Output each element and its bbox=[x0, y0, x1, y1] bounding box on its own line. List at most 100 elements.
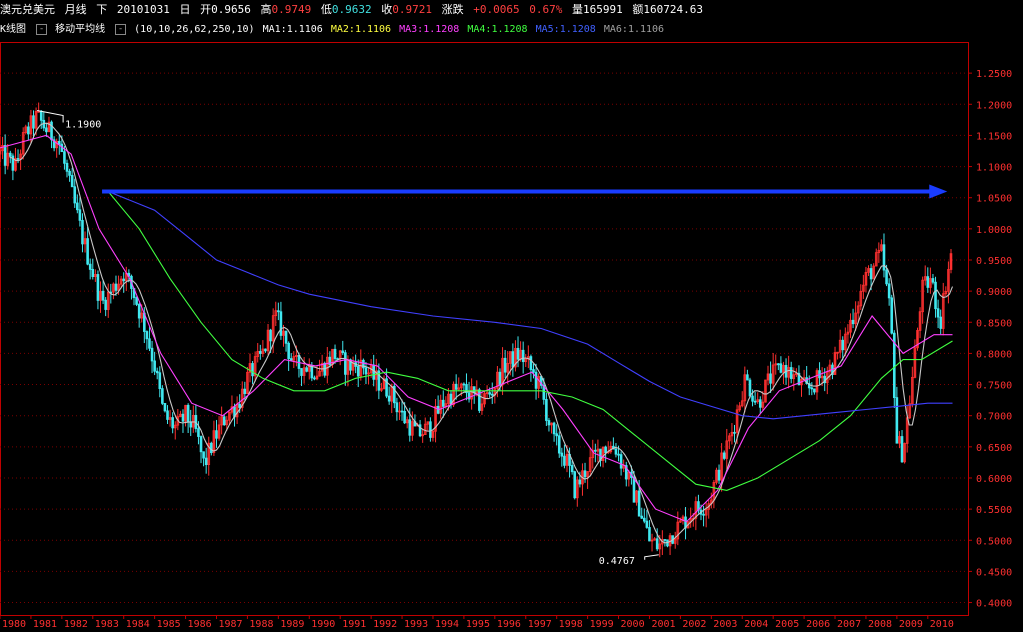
candle-body bbox=[171, 417, 174, 429]
candle-body bbox=[511, 351, 515, 368]
x-tick-label: 2001 bbox=[651, 619, 675, 630]
symbol-name: 澳元兑美元 bbox=[0, 3, 55, 16]
amount-value: 160724.63 bbox=[643, 3, 703, 16]
candle-body bbox=[344, 352, 347, 375]
candle-body bbox=[429, 421, 432, 438]
low-value: 0.9632 bbox=[331, 3, 372, 16]
ma5-line bbox=[107, 190, 953, 420]
candle-body bbox=[869, 268, 873, 280]
candle-body bbox=[197, 428, 200, 437]
x-tick-label: 2009 bbox=[899, 619, 923, 630]
ma4-line bbox=[107, 191, 953, 491]
x-tick-label: 1987 bbox=[218, 619, 242, 630]
candle-body bbox=[65, 162, 69, 172]
x-tick-label: 1990 bbox=[311, 619, 335, 630]
y-tick-label: 0.8000 bbox=[976, 349, 1012, 360]
candle-body bbox=[733, 431, 736, 434]
y-tick-label: 1.2000 bbox=[976, 100, 1012, 111]
candle-body bbox=[395, 402, 399, 413]
tab-kline[interactable]: K线图 bbox=[0, 24, 26, 35]
candle-body bbox=[632, 477, 636, 503]
ma2-value: MA2:1.1106 bbox=[330, 24, 392, 35]
open-value: 0.9656 bbox=[211, 3, 251, 16]
candle-body bbox=[702, 513, 705, 516]
price-chart[interactable]: 1.2500 1.2000 1.1500 1.1000 1.0500 1.0000 0.95… bbox=[0, 40, 1023, 632]
candle-body bbox=[189, 421, 193, 428]
candle-body bbox=[300, 368, 303, 376]
ma6-value: MA6:1.1106 bbox=[603, 24, 665, 35]
candle-body bbox=[931, 278, 935, 283]
candle-body bbox=[648, 527, 651, 542]
candle-body bbox=[114, 283, 118, 291]
candle-body bbox=[926, 276, 930, 288]
candle-body bbox=[751, 395, 754, 402]
y-tick-label: 0.4500 bbox=[976, 567, 1012, 578]
candle-body bbox=[356, 366, 360, 377]
candle-body bbox=[104, 299, 107, 310]
high-annotation: 1.1900 bbox=[65, 120, 101, 131]
x-tick-label: 2010 bbox=[930, 619, 954, 630]
candle-body bbox=[364, 367, 368, 375]
candle-body bbox=[777, 363, 780, 366]
candle-body bbox=[441, 399, 445, 407]
candle-body bbox=[547, 420, 551, 426]
candle-body bbox=[939, 316, 942, 329]
candle-body bbox=[258, 351, 262, 354]
candle-body bbox=[341, 350, 345, 354]
candle-body bbox=[545, 399, 548, 421]
candle-body bbox=[68, 170, 71, 176]
x-tick-label: 2006 bbox=[806, 619, 830, 630]
candle-body bbox=[76, 202, 79, 211]
day-label: 日 bbox=[179, 3, 191, 16]
candle-body bbox=[16, 158, 20, 160]
candle-body bbox=[746, 374, 749, 381]
candle-body bbox=[472, 386, 476, 394]
candle-body bbox=[153, 360, 156, 372]
x-tick-label: 1999 bbox=[590, 619, 614, 630]
x-tick-label: 1981 bbox=[33, 619, 57, 630]
x-tick-label: 1991 bbox=[342, 619, 366, 630]
x-tick-label: 1995 bbox=[466, 619, 490, 630]
candle-body bbox=[619, 454, 623, 469]
x-tick-label: 1989 bbox=[280, 619, 304, 630]
candle-body bbox=[387, 395, 391, 402]
ma1-line bbox=[9, 122, 954, 544]
x-tick-label: 1982 bbox=[64, 619, 88, 630]
candle-body bbox=[400, 410, 404, 413]
candle-body bbox=[503, 357, 507, 373]
collapse-icon[interactable]: - bbox=[115, 23, 127, 35]
period-label: 月线 bbox=[64, 3, 87, 16]
candle-body bbox=[150, 347, 154, 362]
candle-body bbox=[277, 310, 280, 313]
y-tick-label: 0.8500 bbox=[976, 318, 1012, 329]
candle-body bbox=[269, 329, 272, 342]
candle-body bbox=[560, 452, 564, 457]
candle-body bbox=[39, 110, 43, 121]
date-label: 20101031 bbox=[116, 3, 170, 16]
x-tick-label: 1996 bbox=[497, 619, 521, 630]
ma-params: (10,10,26,62,250,10) bbox=[134, 24, 255, 35]
x-tick-label: 1997 bbox=[528, 619, 552, 630]
change-value: +0.0065 bbox=[473, 3, 520, 16]
candle-body bbox=[753, 400, 757, 403]
close-label: 收0.9721 bbox=[381, 3, 432, 16]
x-tick-label: 1998 bbox=[559, 619, 583, 630]
change-label: 涨跌 bbox=[441, 3, 464, 16]
y-tick-label: 0.5500 bbox=[976, 505, 1012, 516]
candle-body bbox=[45, 127, 48, 133]
candle-body bbox=[408, 419, 412, 436]
candle-body bbox=[333, 348, 337, 359]
high-label: 高0.9749 bbox=[260, 3, 312, 16]
candle-body bbox=[936, 308, 940, 318]
candle-body bbox=[81, 219, 84, 245]
candle-body bbox=[264, 348, 267, 352]
y-tick-label: 0.9500 bbox=[976, 256, 1012, 267]
collapse-icon[interactable]: - bbox=[36, 23, 48, 35]
candle-body bbox=[403, 410, 406, 424]
candle-body bbox=[166, 410, 169, 420]
candle-body bbox=[640, 515, 644, 519]
candle-body bbox=[583, 470, 587, 478]
trend-arrow-head bbox=[929, 184, 948, 199]
tab-moving-average[interactable]: 移动平均线 bbox=[55, 24, 105, 35]
candle-body bbox=[578, 479, 582, 485]
